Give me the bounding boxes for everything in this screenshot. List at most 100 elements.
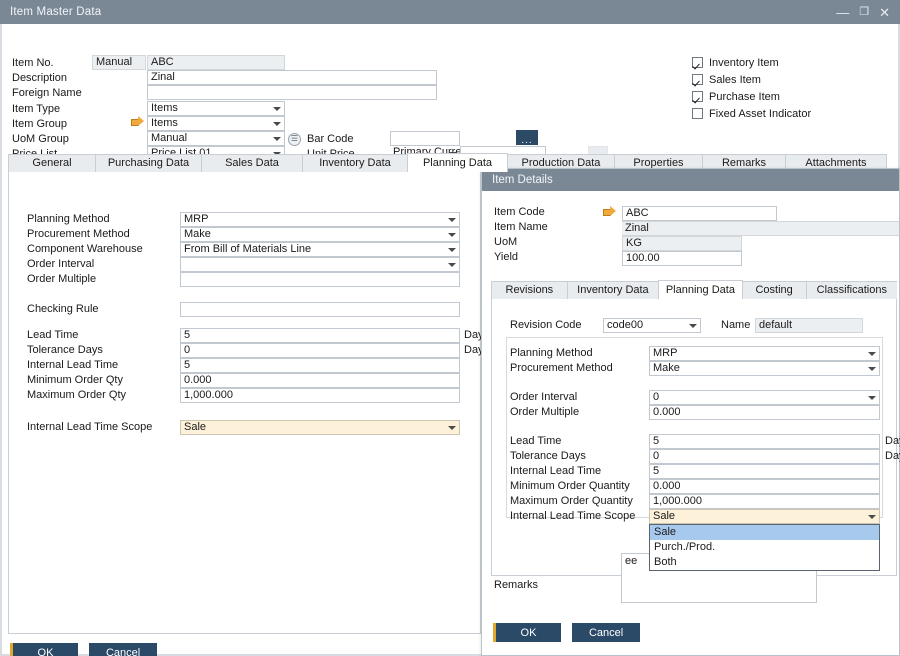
dd-internal-lead-time-scope-select[interactable]: Sale	[649, 509, 880, 524]
dd-procurement-method-select[interactable]: Make	[649, 361, 880, 376]
dd-order-interval-select[interactable]: 0	[649, 390, 880, 405]
item-details-titlebar: Item Details	[482, 169, 899, 191]
item-no-field[interactable]: ABC	[147, 55, 285, 70]
uom-group-label: UoM Group	[12, 133, 69, 145]
minimize-icon[interactable]: —	[836, 6, 849, 19]
chevron-down-icon	[273, 107, 281, 111]
description-field[interactable]: Zinal	[147, 70, 437, 85]
dd-tab-revisions[interactable]: Revisions	[491, 281, 568, 299]
dd-tab-classifications[interactable]: Classifications	[806, 281, 897, 299]
window-title: Item Master Data	[0, 6, 101, 18]
checkbox-row-inventory-item[interactable]: Inventory Item	[692, 55, 811, 70]
tab-planning-data[interactable]: Planning Data	[407, 153, 508, 172]
master-ok-button[interactable]: OK	[10, 643, 78, 656]
mp-order-multiple-field[interactable]	[180, 272, 460, 287]
mp-internal-lead-time-label: Internal Lead Time	[27, 359, 118, 371]
dd-planning-method-value: MRP	[653, 347, 677, 359]
dd-yield-field[interactable]: 100.00	[622, 251, 742, 266]
dd-order-multiple-label: Order Multiple	[510, 406, 579, 418]
close-icon[interactable]: ✕	[879, 6, 890, 19]
link-arrow-icon[interactable]	[131, 116, 145, 127]
inventory-item-label: Inventory Item	[709, 57, 779, 69]
dd-revision-code-value: code00	[607, 319, 643, 331]
tab-general[interactable]: General	[8, 154, 96, 172]
tab-sales-data[interactable]: Sales Data	[201, 154, 303, 172]
dd-order-multiple-field[interactable]: 0.000	[649, 405, 880, 420]
dd-minimum-order-quantity-label: Minimum Order Quantity	[510, 480, 630, 492]
purchase-item-label: Purchase Item	[709, 91, 780, 103]
foreign-name-label: Foreign Name	[12, 87, 82, 99]
mp-checking-rule-label: Checking Rule	[27, 303, 99, 315]
details-ok-button[interactable]: OK	[493, 623, 561, 642]
dd-internal-lead-time-label: Internal Lead Time	[510, 465, 601, 477]
uom-group-list-icon[interactable]: ☰	[288, 133, 301, 146]
mp-order-interval-select[interactable]	[180, 257, 460, 272]
dd-internal-lead-time-field[interactable]: 5	[649, 464, 880, 479]
inventory-item-checkbox[interactable]	[692, 57, 703, 68]
dd-tab-planning-data[interactable]: Planning Data	[658, 280, 743, 299]
foreign-name-field[interactable]	[147, 85, 437, 100]
chevron-down-icon	[273, 137, 281, 141]
details-cancel-button[interactable]: Cancel	[572, 623, 640, 642]
bar-code-label: Bar Code	[307, 133, 353, 145]
mp-component-warehouse-label: Component Warehouse	[27, 243, 143, 255]
dd-planning-method-select[interactable]: MRP	[649, 346, 880, 361]
mp-checking-rule-field[interactable]	[180, 302, 460, 317]
bar-code-field[interactable]	[390, 131, 460, 146]
checkbox-row-fixed-asset-indicator[interactable]: Fixed Asset Indicator	[692, 106, 811, 121]
item-master-data-titlebar: Item Master Data — ❐ ✕	[0, 0, 900, 24]
mp-procurement-method-value: Make	[184, 228, 211, 240]
chevron-down-icon	[689, 324, 697, 328]
mp-maximum-order-qty-field[interactable]: 1,000.000	[180, 388, 460, 403]
dd-lead-time-field[interactable]: 5	[649, 434, 880, 449]
dd-internal-lead-time-scope-label: Internal Lead Time Scope	[510, 510, 635, 522]
mp-planning-method-select[interactable]: MRP	[180, 212, 460, 227]
dd-tab-inventory-data[interactable]: Inventory Data	[567, 281, 659, 299]
dd-item-code-label: Item Code	[494, 206, 545, 218]
chevron-down-icon	[868, 352, 876, 356]
checkbox-row-sales-item[interactable]: Sales Item	[692, 72, 811, 87]
bar-code-browse-button[interactable]: ...	[516, 130, 538, 145]
chevron-down-icon	[448, 233, 456, 237]
tab-inventory-data[interactable]: Inventory Data	[302, 154, 408, 172]
link-arrow-icon[interactable]	[603, 206, 617, 217]
checkbox-row-purchase-item[interactable]: Purchase Item	[692, 89, 811, 104]
chevron-down-icon	[448, 218, 456, 222]
maximize-icon[interactable]: ❐	[859, 7, 869, 18]
dd-revision-name-field: default	[755, 318, 863, 333]
mp-tolerance-days-field[interactable]: 0	[180, 343, 460, 358]
chevron-down-icon	[868, 515, 876, 519]
fixed-asset-indicator-checkbox[interactable]	[692, 108, 703, 119]
mp-internal-lead-time-field[interactable]: 5	[180, 358, 460, 373]
master-footer-buttons: OK Cancel	[10, 643, 157, 656]
uom-group-select[interactable]: Manual	[147, 131, 285, 146]
dd-maximum-order-quantity-label: Maximum Order Quantity	[510, 495, 633, 507]
mp-minimum-order-qty-field[interactable]: 0.000	[180, 373, 460, 388]
item-group-select[interactable]: Items	[147, 116, 285, 131]
dd-maximum-order-quantity-field[interactable]: 1,000.000	[649, 494, 880, 509]
mp-procurement-method-select[interactable]: Make	[180, 227, 460, 242]
tab-purchasing-data[interactable]: Purchasing Data	[95, 154, 202, 172]
dd-revision-code-select[interactable]: code00	[603, 318, 701, 333]
purchase-item-checkbox[interactable]	[692, 91, 703, 102]
dd-order-interval-value: 0	[653, 391, 659, 403]
dd-minimum-order-quantity-field[interactable]: 0.000	[649, 479, 880, 494]
dropdown-option-sale[interactable]: Sale	[650, 525, 879, 540]
dd-tolerance-days-field[interactable]: 0	[649, 449, 880, 464]
dropdown-option-both[interactable]: Both	[650, 555, 879, 570]
item-type-select[interactable]: Items	[147, 101, 285, 116]
mp-procurement-method-label: Procurement Method	[27, 228, 130, 240]
mp-component-warehouse-select[interactable]: From Bill of Materials Line	[180, 242, 460, 257]
dd-tolerance-days-label: Tolerance Days	[510, 450, 586, 462]
dd-tab-costing[interactable]: Costing	[742, 281, 807, 299]
master-cancel-button[interactable]: Cancel	[89, 643, 157, 656]
dd-item-code-field[interactable]: ABC	[622, 206, 777, 221]
dropdown-option-purch-prod[interactable]: Purch./Prod.	[650, 540, 879, 555]
item-details-title: Item Details	[492, 174, 553, 186]
sales-item-checkbox[interactable]	[692, 74, 703, 85]
mp-lead-time-field[interactable]: 5	[180, 328, 460, 343]
mp-internal-lead-time-scope-select[interactable]: Sale	[180, 420, 460, 435]
item-no-mode-field[interactable]: Manual	[92, 55, 146, 70]
dd-order-interval-label: Order Interval	[510, 391, 577, 403]
mp-order-multiple-label: Order Multiple	[27, 273, 96, 285]
